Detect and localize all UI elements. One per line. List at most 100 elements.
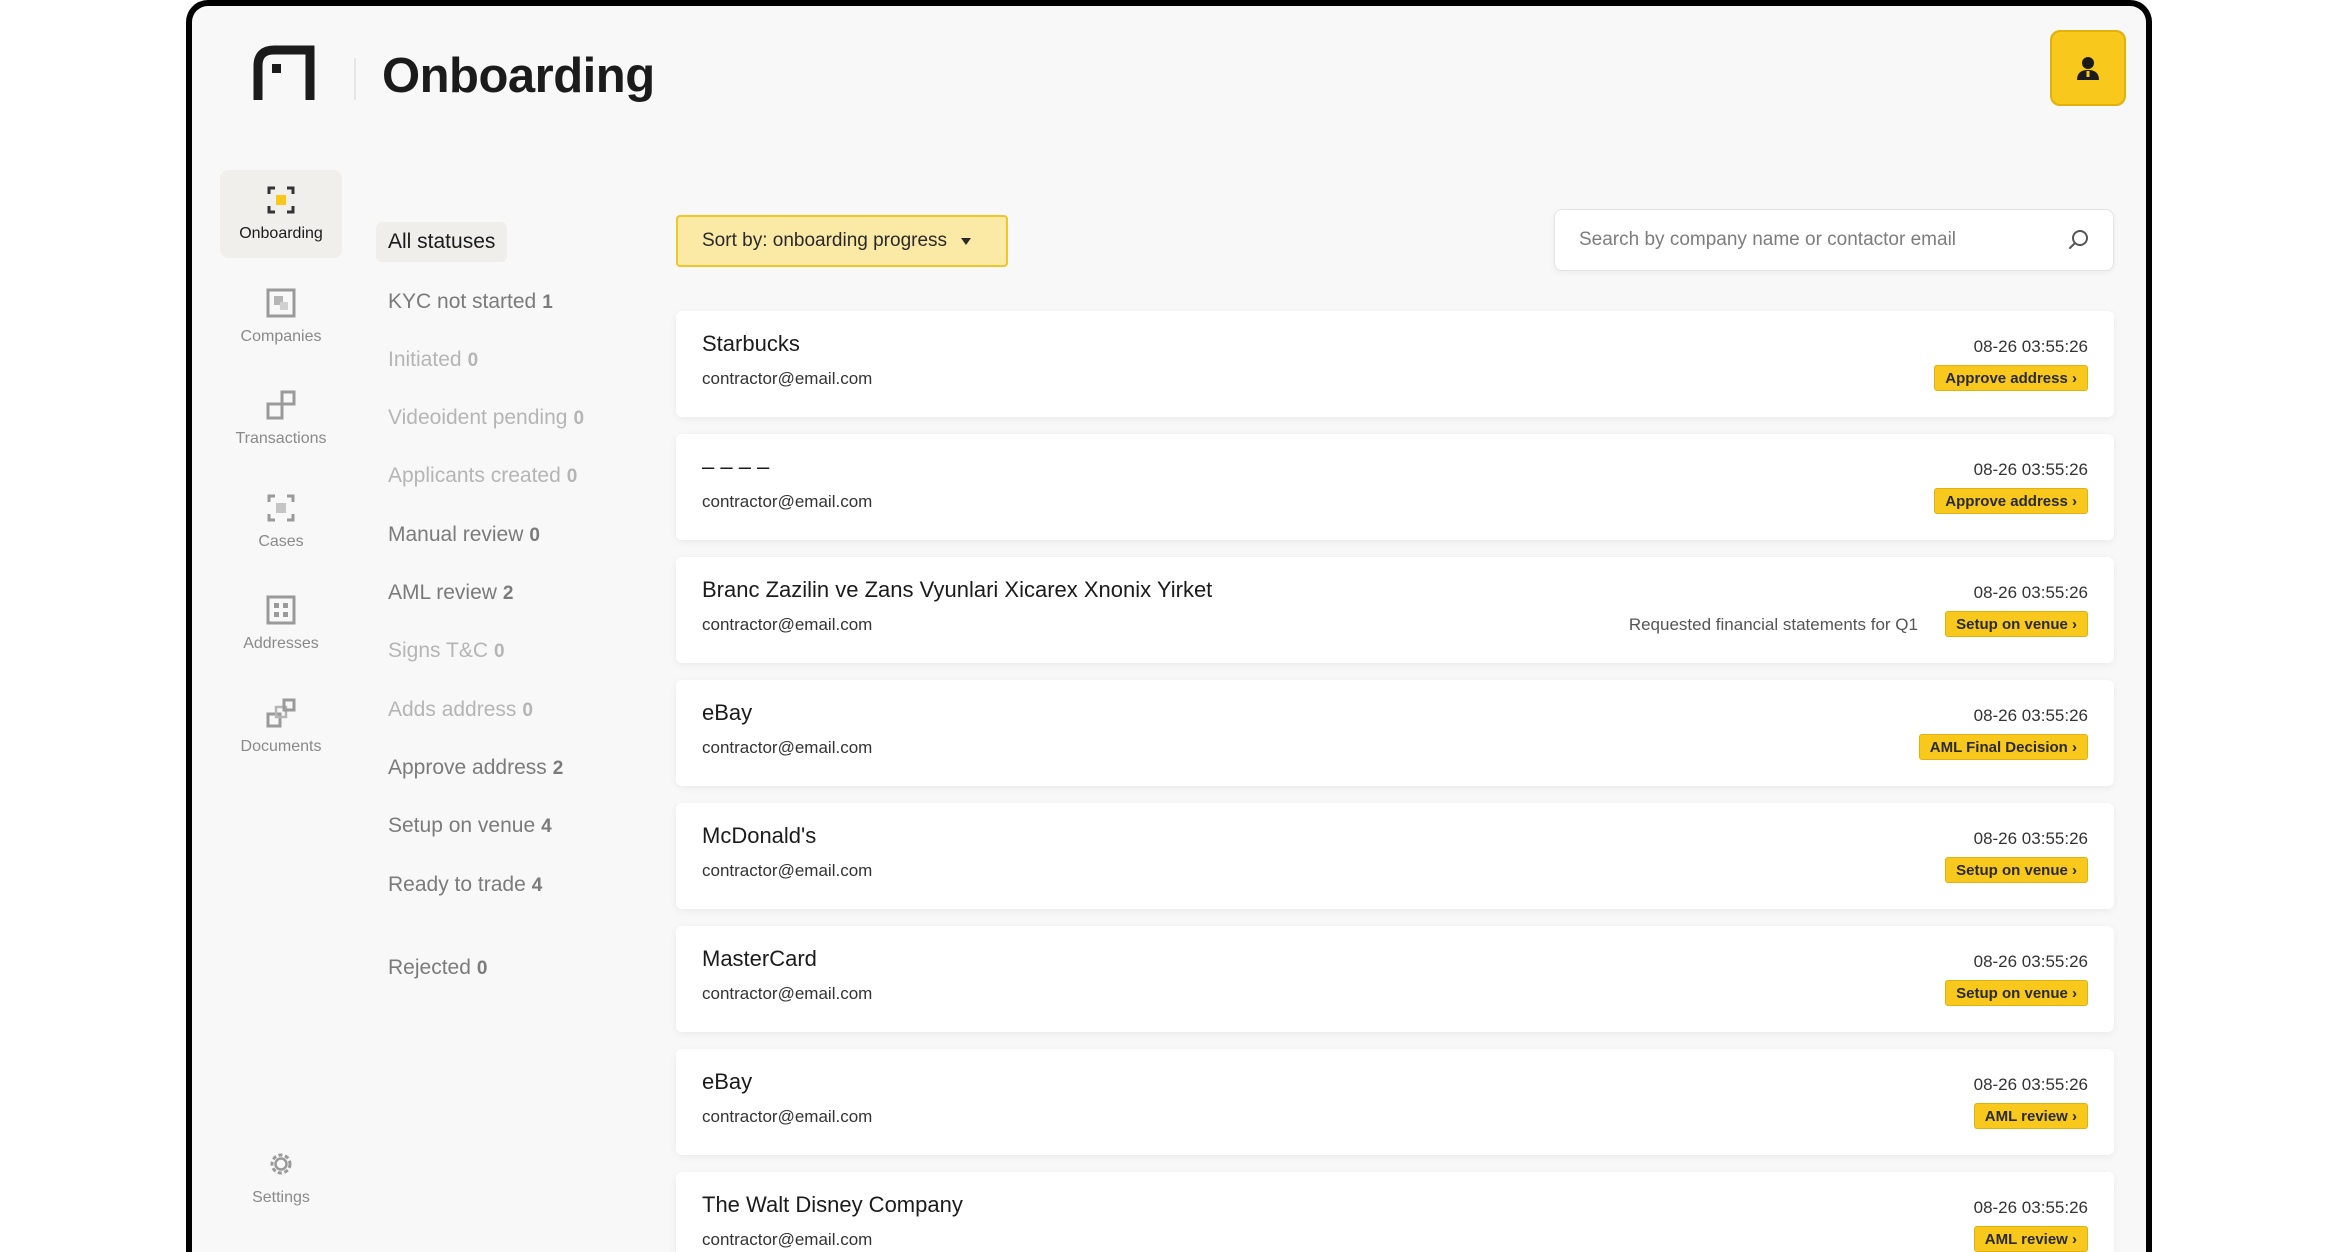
nav-label: Cases — [258, 533, 304, 550]
status-count: 0 — [467, 350, 479, 371]
status-filter-aml-review[interactable]: AML review 2 — [376, 573, 526, 613]
contractor-email: contractor@email.com — [702, 492, 873, 511]
contractor-email: contractor@email.com — [702, 984, 873, 1003]
timestamp: 08-26 03:55:26 — [1973, 829, 2088, 848]
contractor-email: contractor@email.com — [702, 1230, 873, 1249]
nav-label: Onboarding — [239, 225, 323, 242]
nav-label: Addresses — [243, 635, 319, 652]
status-count: 2 — [552, 758, 564, 779]
status-filter-adds-address[interactable]: Adds address 0 — [376, 690, 545, 730]
status-count: 4 — [541, 816, 552, 837]
header-divider — [354, 58, 356, 100]
list-item[interactable]: Starbucks contractor@email.com 08-26 03:… — [676, 311, 2114, 417]
status-badge[interactable]: Approve address › — [1934, 365, 2088, 391]
nav-item-cases[interactable]: Cases — [220, 478, 342, 566]
list-item[interactable]: MasterCard contractor@email.com 08-26 03… — [676, 926, 2114, 1032]
nav-label: Companies — [240, 328, 322, 345]
timestamp: 08-26 03:55:26 — [1973, 583, 2088, 602]
contractor-email: contractor@email.com — [702, 615, 873, 634]
status-filter-initiated[interactable]: Initiated 0 — [376, 340, 490, 380]
status-filter-applicants-created[interactable]: Applicants created 0 — [376, 456, 589, 496]
timestamp: 08-26 03:55:26 — [1973, 460, 2088, 479]
caret-down-icon — [961, 237, 972, 245]
logo[interactable] — [250, 44, 320, 100]
transactions-icon — [266, 390, 296, 420]
status-badge[interactable]: AML Final Decision › — [1918, 734, 2088, 760]
status-label: Signs T&C — [388, 639, 488, 662]
documents-icon — [266, 698, 296, 728]
timestamp: 08-26 03:55:26 — [1973, 1075, 2088, 1094]
status-filter-rejected[interactable]: Rejected 0 — [376, 948, 499, 988]
contractor-email: contractor@email.com — [702, 738, 873, 757]
status-badge[interactable]: AML review › — [1973, 1226, 2088, 1252]
profile-button[interactable] — [2050, 30, 2126, 106]
status-badge[interactable]: Setup on venue › — [1945, 857, 2088, 883]
contractor-email: contractor@email.com — [702, 1107, 873, 1126]
company-name: MasterCard — [702, 946, 817, 971]
status-label: KYC not started — [388, 290, 537, 313]
status-filter-approve-address[interactable]: Approve address 2 — [376, 748, 575, 788]
status-label: AML review — [388, 581, 497, 604]
onboarding-list: Starbucks contractor@email.com 08-26 03:… — [676, 311, 2114, 1252]
company-name: The Walt Disney Company — [702, 1192, 963, 1217]
companies-icon — [266, 288, 296, 318]
company-name: McDonald's — [702, 823, 817, 848]
nav-item-documents[interactable]: Documents — [220, 683, 342, 771]
status-filter-videoident-pending[interactable]: Videoident pending 0 — [376, 398, 596, 438]
company-name: eBay — [702, 700, 753, 725]
device-frame: Onboarding Onboarding Companies Transact… — [186, 0, 2152, 1252]
company-name: Branc Zazilin ve Zans Vyunlari Xicarex X… — [702, 577, 1213, 602]
nav-item-transactions[interactable]: Transactions — [220, 375, 342, 463]
app-screen: Onboarding Onboarding Companies Transact… — [192, 6, 2146, 1252]
list-item[interactable]: McDonald's contractor@email.com 08-26 03… — [676, 803, 2114, 909]
list-item[interactable]: Branc Zazilin ve Zans Vyunlari Xicarex X… — [676, 557, 2114, 663]
nav-label: Settings — [252, 1189, 310, 1206]
status-filter-signs-tc[interactable]: Signs T&C 0 — [376, 631, 517, 671]
item-note: Requested financial statements for Q1 — [1628, 615, 1918, 634]
status-count: 0 — [522, 700, 533, 721]
status-count: 4 — [531, 875, 543, 896]
nav-item-addresses[interactable]: Addresses — [220, 580, 342, 668]
status-count: 0 — [573, 408, 585, 429]
status-filter-setup-on-venue[interactable]: Setup on venue 4 — [376, 806, 564, 846]
list-item[interactable]: – – – – contractor@email.com 08-26 03:55… — [676, 434, 2114, 540]
status-label: Ready to trade — [388, 873, 526, 896]
page-title: Onboarding — [382, 49, 655, 103]
status-count: 0 — [529, 525, 540, 546]
status-filter-manual-review[interactable]: Manual review 0 — [376, 515, 552, 555]
nav-item-onboarding[interactable]: Onboarding — [220, 170, 342, 258]
status-filter-all[interactable]: All statuses — [376, 222, 508, 262]
search-icon[interactable] — [2067, 228, 2091, 252]
list-item[interactable]: eBay contractor@email.com 08-26 03:55:26… — [676, 680, 2114, 786]
status-badge[interactable]: AML review › — [1973, 1103, 2088, 1129]
onboarding-icon — [267, 186, 295, 214]
status-badge[interactable]: Setup on venue › — [1945, 980, 2088, 1006]
company-name: eBay — [702, 1069, 753, 1094]
nav-label: Transactions — [235, 430, 327, 447]
search-input[interactable] — [1579, 229, 2067, 251]
status-count: 0 — [494, 641, 505, 662]
status-filter-kyc-not-started[interactable]: KYC not started 1 — [376, 282, 565, 322]
status-badge[interactable]: Setup on venue › — [1945, 611, 2088, 637]
status-label: Applicants created — [388, 464, 561, 487]
nav-label: Documents — [240, 738, 322, 755]
status-label: All statuses — [388, 230, 496, 253]
timestamp: 08-26 03:55:26 — [1973, 1198, 2088, 1217]
gear-icon — [270, 1153, 292, 1175]
sort-dropdown[interactable]: Sort by: onboarding progress — [676, 215, 1008, 267]
timestamp: 08-26 03:55:26 — [1973, 706, 2088, 725]
company-name: – – – – — [702, 454, 770, 479]
status-count: 0 — [566, 466, 578, 487]
status-count: 2 — [502, 583, 514, 604]
list-item[interactable]: eBay contractor@email.com 08-26 03:55:26… — [676, 1049, 2114, 1155]
status-filter-ready-to-trade[interactable]: Ready to trade 4 — [376, 865, 554, 905]
status-count: 1 — [542, 292, 553, 313]
status-label: Manual review — [388, 523, 524, 546]
status-label: Videoident pending — [388, 406, 568, 429]
nav-item-settings[interactable]: Settings — [220, 1134, 342, 1222]
list-item[interactable]: The Walt Disney Company contractor@email… — [676, 1172, 2114, 1252]
addresses-icon — [266, 595, 296, 625]
status-badge[interactable]: Approve address › — [1934, 488, 2088, 514]
contractor-email: contractor@email.com — [702, 861, 873, 880]
nav-item-companies[interactable]: Companies — [220, 273, 342, 361]
